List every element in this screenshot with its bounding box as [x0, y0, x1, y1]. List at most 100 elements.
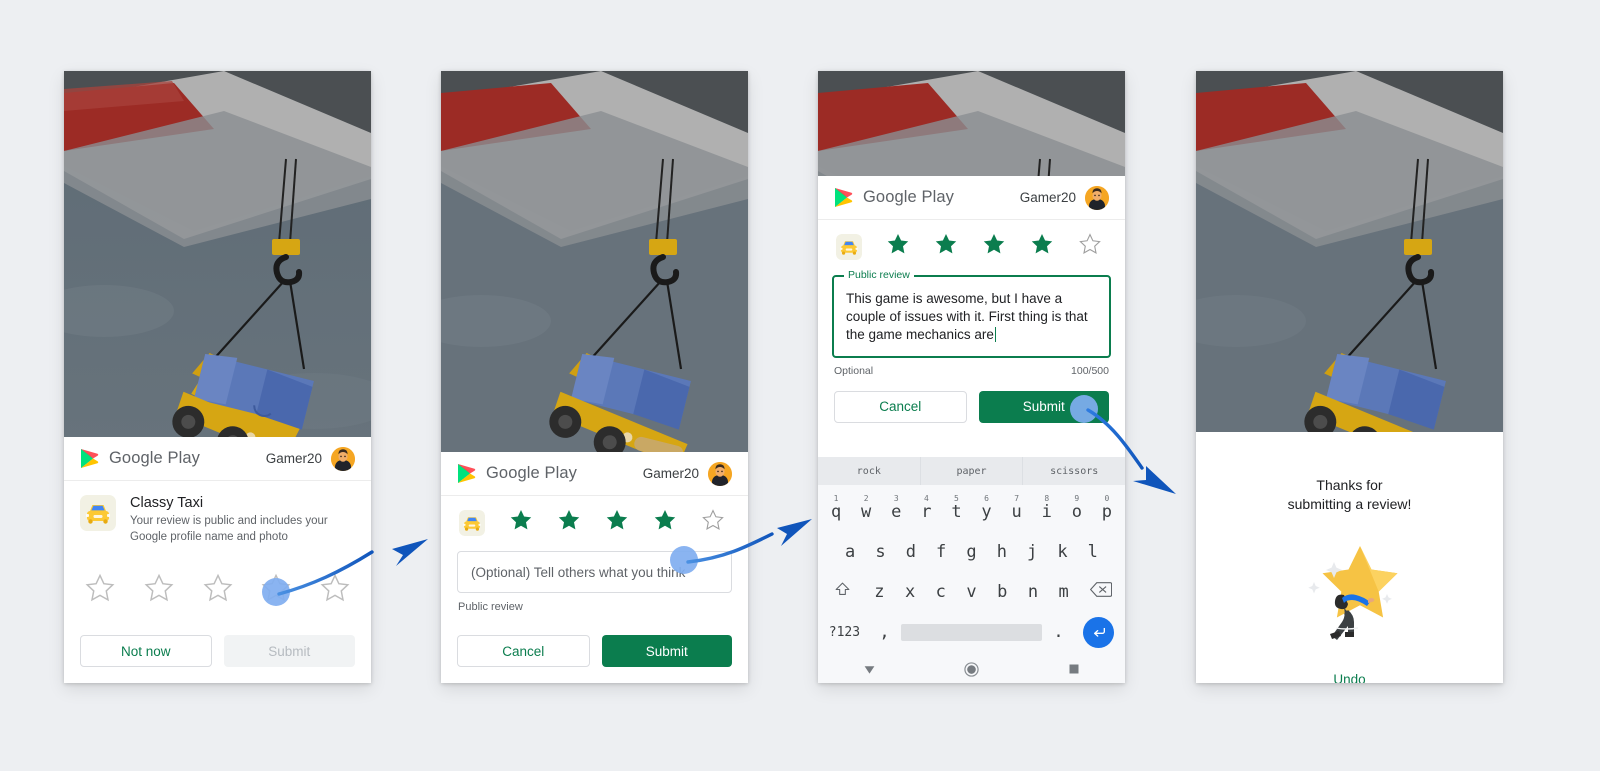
- app-name-label: Classy Taxi: [130, 495, 204, 512]
- key-r[interactable]: 4r: [911, 493, 941, 531]
- key-a[interactable]: a: [835, 533, 865, 571]
- key-o[interactable]: 9o: [1062, 493, 1092, 531]
- review-textarea[interactable]: Public review This game is awesome, but …: [832, 269, 1111, 358]
- key-z[interactable]: z: [864, 573, 895, 611]
- key-label: n: [1027, 582, 1039, 602]
- key-s[interactable]: s: [865, 533, 895, 571]
- star-4-filled[interactable]: [653, 508, 677, 537]
- key-x[interactable]: x: [895, 573, 926, 611]
- key-l[interactable]: l: [1078, 533, 1108, 571]
- back-button[interactable]: [818, 663, 920, 676]
- review-input[interactable]: (Optional) Tell others what you think: [457, 551, 732, 593]
- star-2[interactable]: [143, 572, 175, 609]
- key-label: r: [921, 502, 932, 522]
- key-u[interactable]: 7u: [1002, 493, 1032, 531]
- star-2-filled[interactable]: [557, 508, 581, 537]
- star-1-filled[interactable]: [886, 232, 910, 261]
- key-m[interactable]: m: [1048, 573, 1079, 611]
- review-input-placeholder: (Optional) Tell others what you think: [471, 564, 686, 580]
- key-i[interactable]: 8i: [1032, 493, 1062, 531]
- star-1[interactable]: [84, 572, 116, 609]
- key-label: t: [951, 502, 962, 522]
- key-label: m: [1058, 582, 1069, 602]
- brand-label: Google Play: [863, 188, 954, 206]
- star-5-empty[interactable]: [701, 508, 725, 537]
- avatar[interactable]: [331, 446, 355, 471]
- key-g[interactable]: g: [956, 533, 986, 571]
- star-rating-empty[interactable]: [64, 546, 371, 609]
- key-label: c: [935, 582, 946, 602]
- action-buttons-3: Cancel Submit: [818, 377, 1125, 435]
- phone-screen-3: Google Play Gamer20 Public review This g…: [818, 71, 1125, 683]
- key-y[interactable]: 6y: [972, 493, 1002, 531]
- virtual-keyboard: rock paper scissors 1q 2w 3e 4r 5t 6y 7u…: [818, 457, 1125, 683]
- key-e[interactable]: 3e: [881, 493, 911, 531]
- phone-screen-2: Google Play Gamer20 (Optional) Tell othe…: [441, 71, 748, 683]
- review-helper-text: Public review: [458, 601, 523, 613]
- google-play-logo-icon: [834, 187, 853, 208]
- app-disclaimer-text: Your review is public and includes your …: [130, 515, 328, 544]
- comma-key[interactable]: ,: [868, 613, 901, 651]
- space-key[interactable]: [901, 613, 1042, 651]
- key-label: j: [1027, 542, 1038, 562]
- backspace-key[interactable]: [1079, 573, 1122, 611]
- symbols-key[interactable]: ?123: [821, 613, 868, 651]
- key-k[interactable]: k: [1047, 533, 1077, 571]
- key-c[interactable]: c: [925, 573, 956, 611]
- submit-button[interactable]: Submit: [978, 390, 1109, 423]
- home-button[interactable]: [920, 661, 1022, 677]
- keyboard-row-4: ?123 , .: [821, 611, 1122, 651]
- key-label: h: [996, 542, 1007, 562]
- key-label: z: [874, 582, 885, 602]
- brand-label: Google Play: [109, 449, 200, 468]
- star-4-filled[interactable]: [1030, 232, 1054, 261]
- star-3-filled[interactable]: [982, 232, 1006, 261]
- key-n[interactable]: n: [1018, 573, 1049, 611]
- undo-button[interactable]: Undo: [1333, 672, 1365, 683]
- key-label: f: [936, 542, 947, 562]
- star-rating-4-of-5[interactable]: [818, 220, 1125, 261]
- avatar[interactable]: [1085, 185, 1109, 210]
- shift-key[interactable]: [821, 573, 864, 611]
- suggestion-scissors[interactable]: scissors: [1023, 457, 1125, 485]
- screenshot-stage: Google Play Gamer20 Classy Taxi Your rev…: [0, 0, 1600, 771]
- star-1-filled[interactable]: [509, 508, 533, 537]
- submit-button[interactable]: Submit: [601, 635, 732, 667]
- review-sheet-3: Google Play Gamer20 Public review This g…: [818, 176, 1125, 683]
- star-2-filled[interactable]: [934, 232, 958, 261]
- key-label: b: [997, 582, 1008, 602]
- not-now-button[interactable]: Not now: [80, 635, 212, 667]
- star-4[interactable]: [260, 572, 292, 609]
- key-h[interactable]: h: [987, 533, 1017, 571]
- star-5-empty[interactable]: [1078, 232, 1102, 261]
- key-label: a: [845, 542, 856, 562]
- suggestion-rock[interactable]: rock: [818, 457, 921, 485]
- character-counter: 100/500: [1071, 364, 1109, 377]
- key-q[interactable]: 1q: [821, 493, 851, 531]
- recents-icon: [1069, 664, 1079, 674]
- key-d[interactable]: d: [896, 533, 926, 571]
- key-label: o: [1071, 502, 1082, 522]
- star-3[interactable]: [202, 572, 234, 609]
- suggestion-paper[interactable]: paper: [921, 457, 1024, 485]
- key-t[interactable]: 5t: [941, 493, 971, 531]
- cancel-button[interactable]: Cancel: [834, 390, 967, 423]
- star-3-filled[interactable]: [605, 508, 629, 537]
- key-num: 3: [893, 494, 899, 503]
- period-key[interactable]: .: [1042, 613, 1075, 651]
- key-f[interactable]: f: [926, 533, 956, 571]
- key-w[interactable]: 2w: [851, 493, 881, 531]
- recents-button[interactable]: [1023, 663, 1125, 675]
- star-5[interactable]: [319, 572, 351, 609]
- keyboard-row-3: z x c v b n m: [821, 571, 1122, 611]
- app-info-row: Classy Taxi Your review is public and in…: [64, 481, 371, 546]
- key-num: 8: [1044, 494, 1050, 503]
- key-b[interactable]: b: [987, 573, 1018, 611]
- key-p[interactable]: 0p: [1092, 493, 1122, 531]
- cancel-button[interactable]: Cancel: [457, 635, 590, 667]
- key-j[interactable]: j: [1017, 533, 1047, 571]
- key-v[interactable]: v: [956, 573, 987, 611]
- star-rating-4-of-5[interactable]: [441, 496, 748, 537]
- avatar[interactable]: [708, 461, 732, 486]
- enter-key[interactable]: [1075, 613, 1122, 651]
